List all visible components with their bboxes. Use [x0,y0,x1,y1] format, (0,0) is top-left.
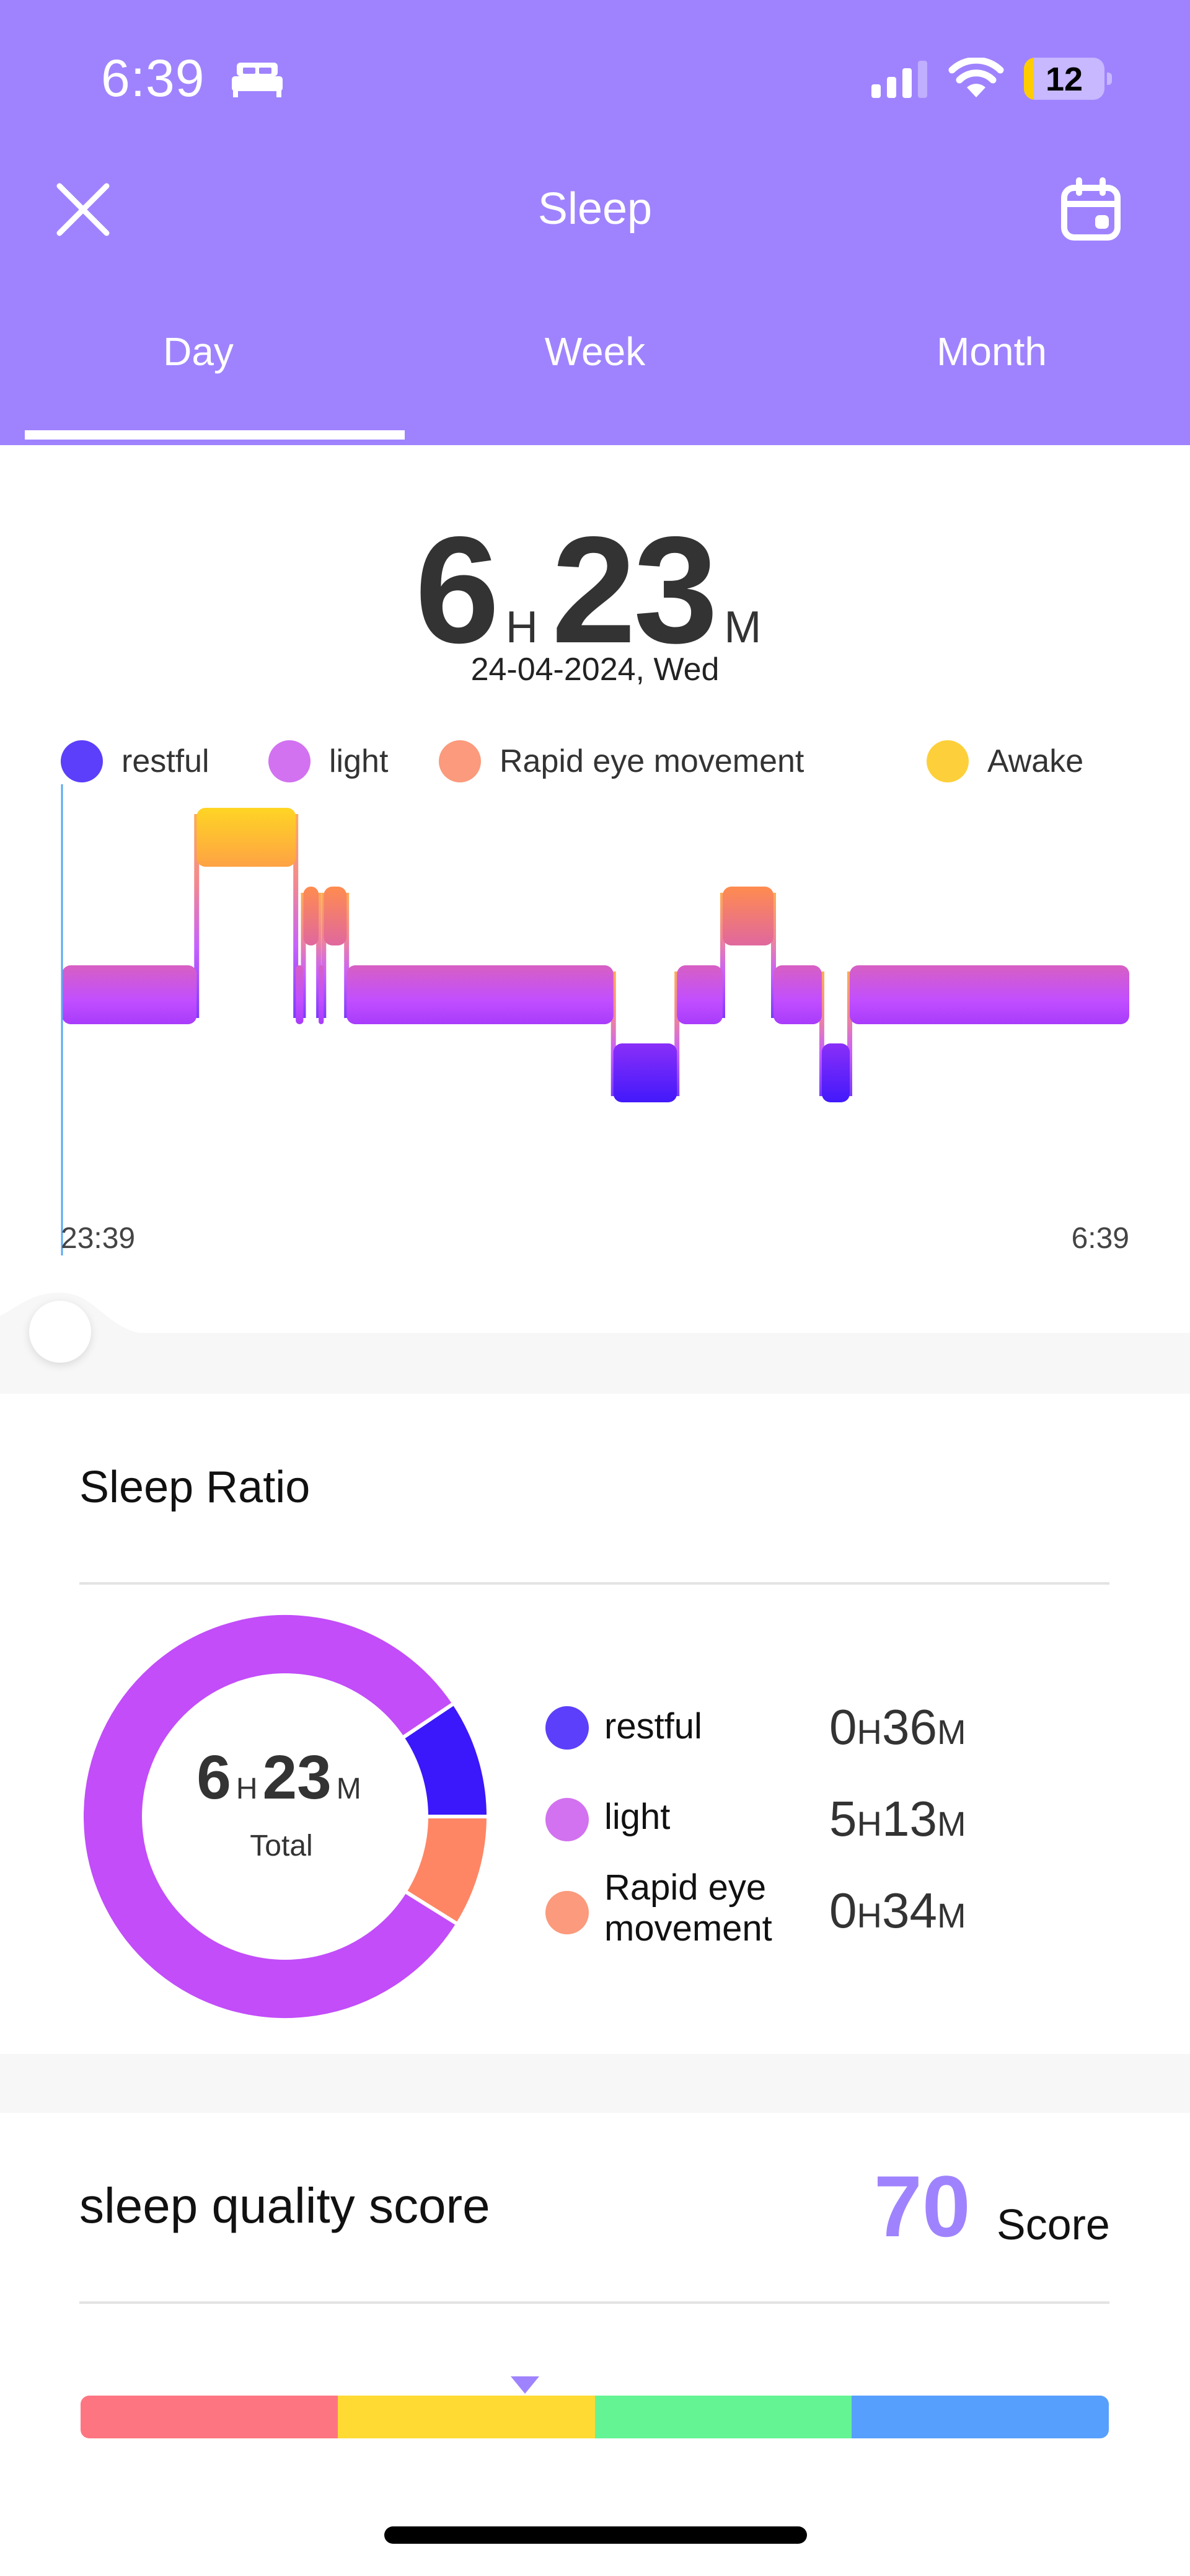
timeline-slider-track[interactable] [0,1333,1190,1394]
tab-week[interactable]: Week [397,329,793,374]
ratio-label-light: light [604,1797,671,1837]
divider [79,2301,1109,2304]
label-line-2: movement [604,1908,772,1949]
value-hours-unit: H [857,1804,882,1843]
value-hours: 0 [829,1883,857,1938]
divider [79,1582,1109,1585]
donut-hours-unit: H [236,1773,258,1805]
section-separator [0,2054,1190,2113]
stage-segment-light [296,965,304,1024]
score-unit-label: Score [997,2200,1110,2249]
status-time: 6:39 [101,49,205,107]
cellular-signal-icon [871,61,927,98]
score-band-3 [594,2396,852,2438]
tab-month[interactable]: Month [793,329,1190,374]
rem-dot [545,1891,589,1934]
donut-total-duration: 6 H23 M [79,1742,483,1813]
stage-segment-restful [613,1043,677,1102]
stage-segment-rem [303,887,319,945]
hours-unit: H [505,603,538,652]
ratio-value-rem: 0H34M [829,1882,966,1939]
sleep-quality-title: sleep quality score [79,2178,490,2233]
score-band-1 [81,2396,338,2438]
timeline-slider-handle[interactable] [29,1301,91,1363]
sleep-ratio-title: Sleep Ratio [79,1463,311,1512]
wifi-icon [948,58,1004,97]
ratio-label-rem: Rapid eye movement [604,1867,772,1949]
value-hours: 0 [829,1699,857,1755]
donut-minutes: 23 [262,1743,332,1812]
bed-icon [232,63,283,97]
sleep-stage-chart [61,784,1129,1255]
value-minutes-unit: M [937,1804,966,1843]
page-title: Sleep [537,184,653,234]
label-line-1: Rapid eye [604,1867,767,1908]
sleep-ratio-donut [80,1611,491,2022]
calendar-icon[interactable] [1057,177,1125,245]
sleep-date: 24-04-2024, Wed [470,652,720,688]
value-minutes: 13 [881,1791,937,1846]
score-band-4 [852,2396,1109,2438]
minutes-unit: M [724,603,762,652]
donut-total-label: Total [250,1830,313,1862]
score-range-bar [81,2396,1109,2438]
total-hours: 6 [415,505,500,675]
score-band-2 [337,2396,595,2438]
value-hours-unit: H [857,1896,882,1935]
value-hours-unit: H [857,1712,882,1751]
stage-segment-light [850,965,1129,1024]
donut-hours: 6 [196,1743,231,1812]
value-minutes: 34 [881,1883,937,1938]
value-minutes-unit: M [937,1712,966,1751]
total-minutes: 23 [551,505,718,675]
battery-nub [1107,73,1112,85]
stage-segment-light [319,965,324,1024]
stage-segment-light [346,965,614,1024]
stage-segment-rem [324,887,347,945]
value-minutes-unit: M [937,1896,966,1935]
value-hours: 5 [829,1791,857,1846]
stage-segment-light [62,965,197,1024]
donut-minutes-unit: M [336,1773,361,1805]
home-indicator [384,2526,807,2544]
tab-day[interactable]: Day [0,329,397,374]
ratio-value-restful: 0H36M [829,1699,966,1756]
sleep-quality-score-value: 70 [874,2158,971,2255]
stage-segment-awake [196,808,296,867]
stage-segment-rem [723,887,774,945]
light-dot [545,1798,589,1841]
x-axis-start-label: 23:39 [61,1222,136,1255]
donut-slice-light [80,1611,461,2022]
battery-indicator: 12 [1024,58,1104,100]
active-tab-indicator [25,430,405,440]
stage-segment-restful [821,1043,850,1102]
stage-segment-light [774,965,822,1024]
stage-segment-light [677,965,723,1024]
ratio-label-restful: restful [604,1706,702,1746]
battery-level: 12 [1045,61,1083,98]
score-pointer-icon [510,2376,539,2394]
value-minutes: 36 [881,1699,937,1755]
restful-dot [545,1706,589,1750]
ratio-value-light: 5H13M [829,1790,966,1848]
x-axis-end-label: 6:39 [1071,1222,1129,1255]
